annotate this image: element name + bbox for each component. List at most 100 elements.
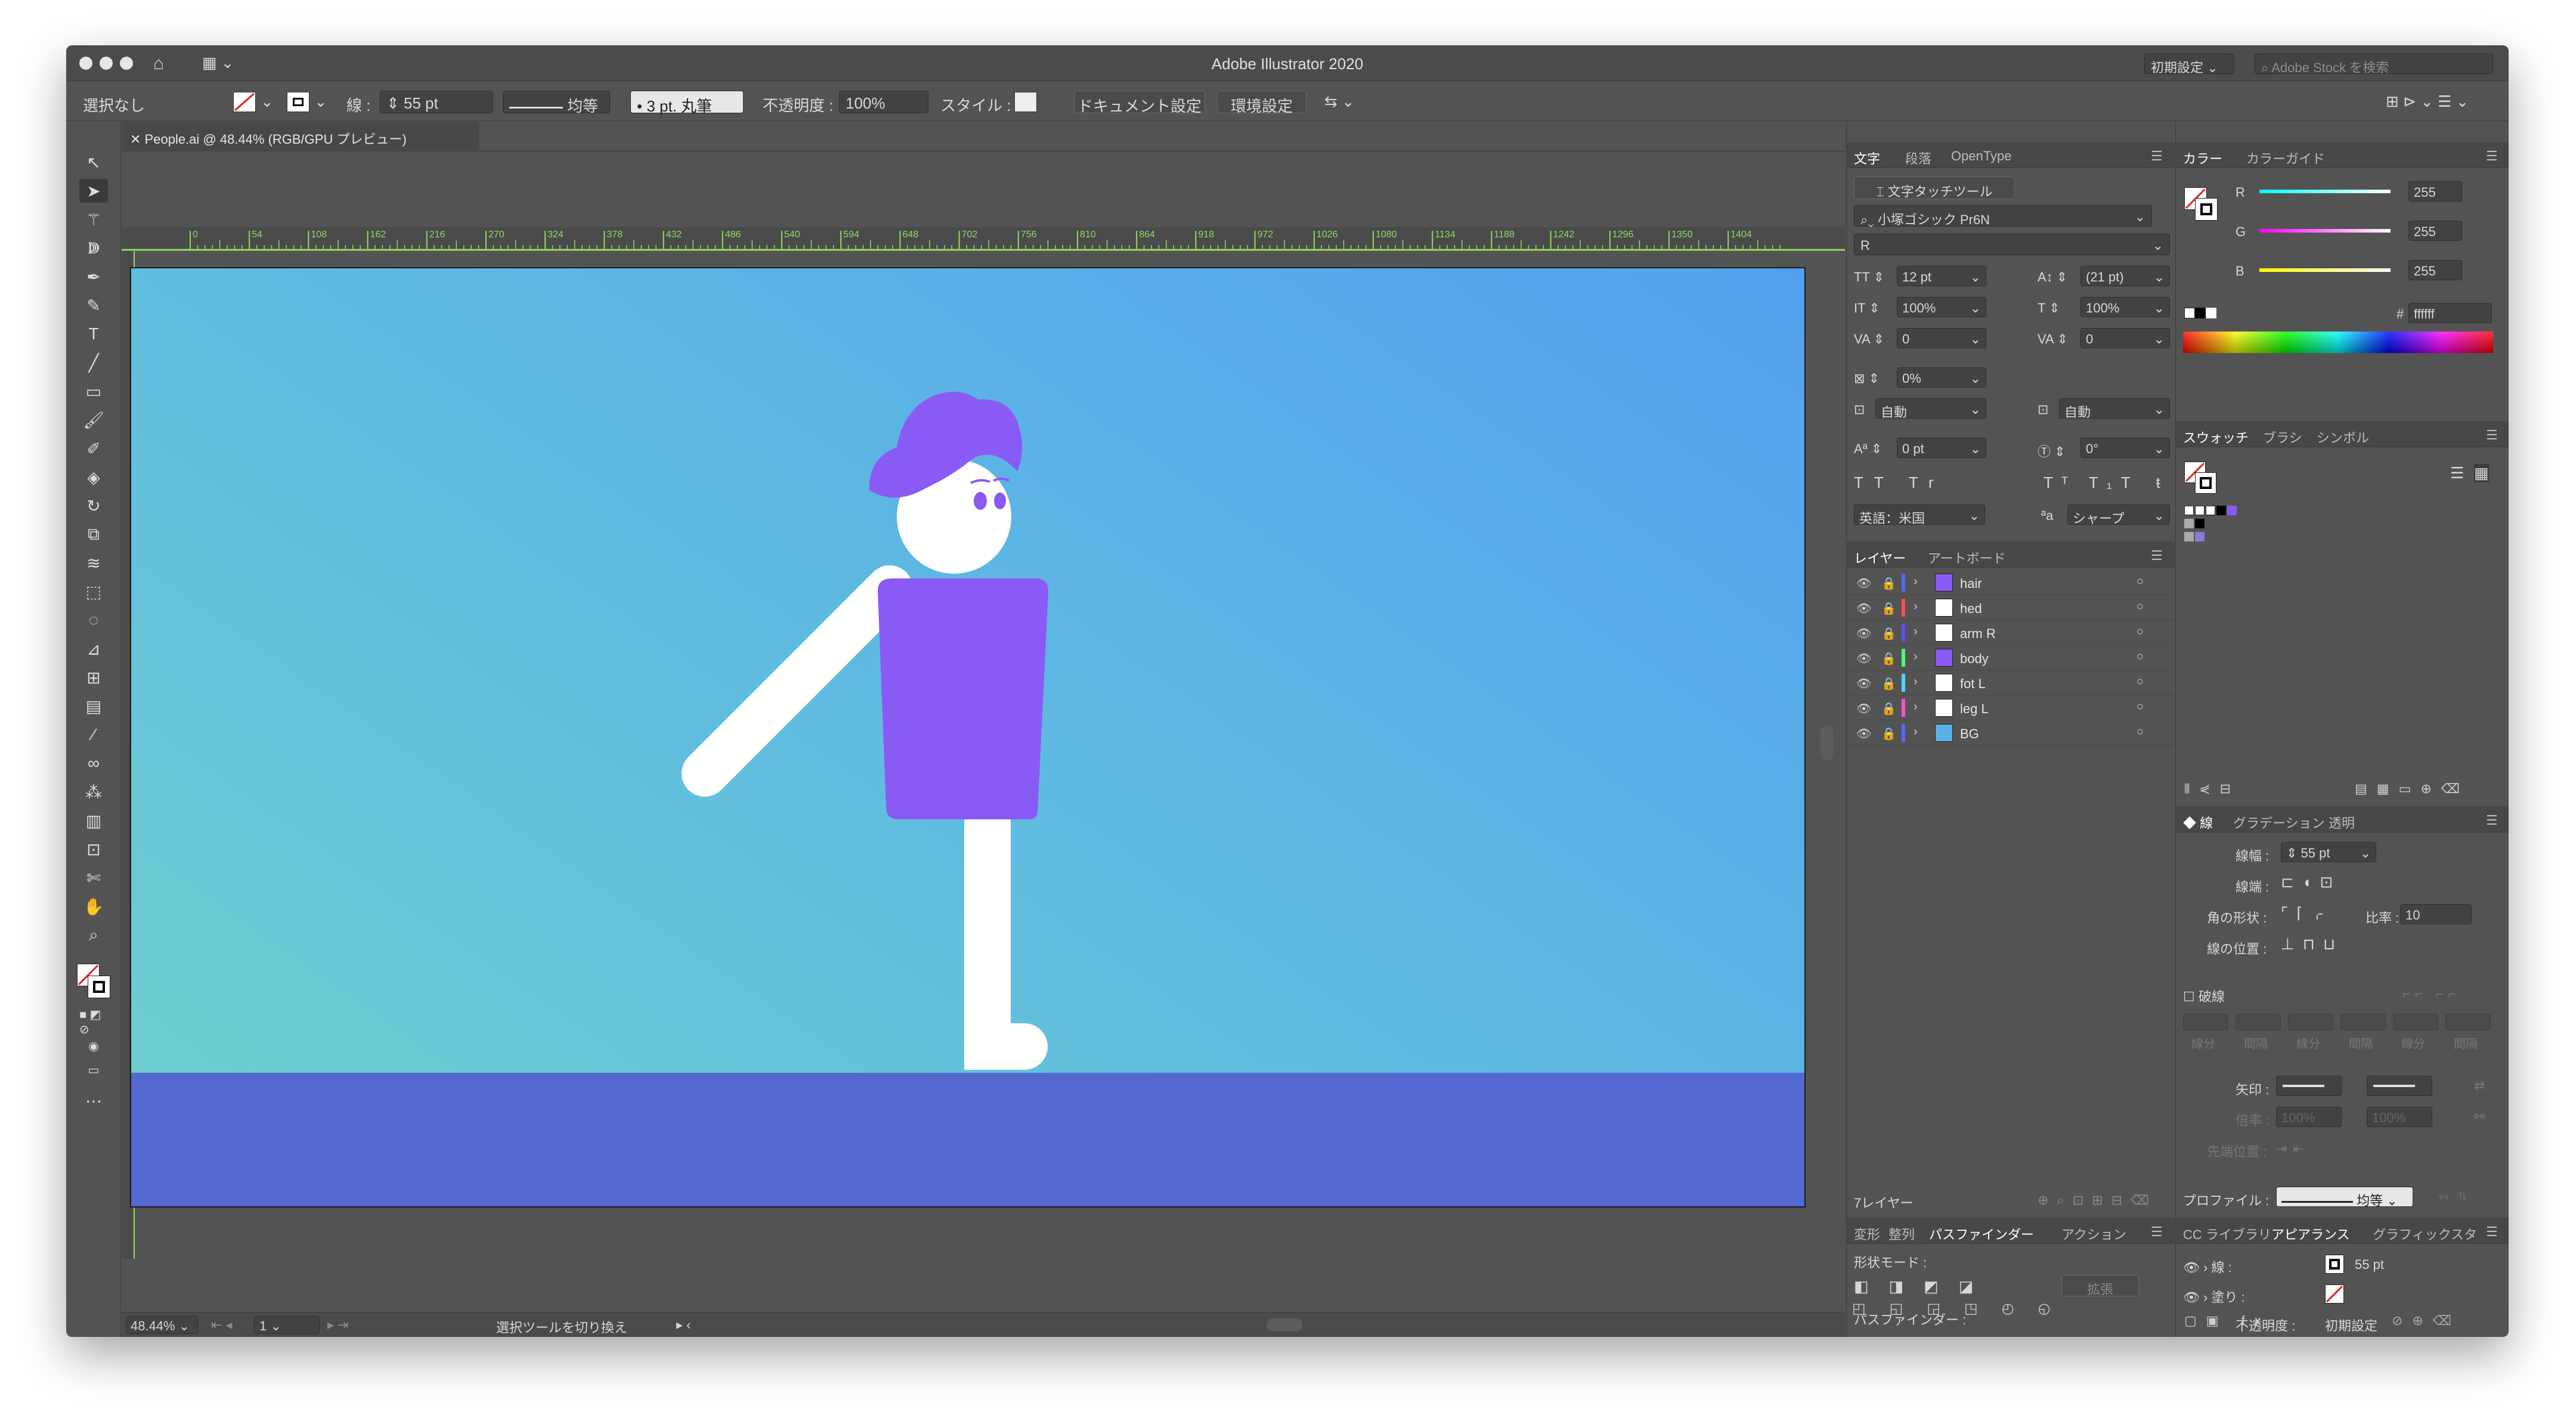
appearance-stroke-value[interactable]: 55 pt (2355, 1257, 2384, 1273)
stock-search-input[interactable]: ⌕ Adobe Stock を検索 (2255, 54, 2493, 75)
panel-menu-icon[interactable]: ☰ (2486, 813, 2498, 828)
layer-actions-icons[interactable]: ⊕⌕⊡⊞⊟⌫ (2038, 1193, 2157, 1208)
lock-icon[interactable]: 🔒 (1881, 576, 1896, 591)
aki-right-dropdown[interactable]: 自動 ⌄ (2059, 398, 2170, 420)
panel-menu-icon[interactable]: ☰ (2151, 1224, 2163, 1240)
layer-row[interactable]: 👁 🔒 › arm R ○ (1847, 620, 2175, 645)
leading-input[interactable]: (21 pt) ⌄ (2080, 266, 2170, 286)
dash-input[interactable] (2393, 1014, 2438, 1030)
tab-transform[interactable]: 変形 (1854, 1224, 1880, 1243)
document-setup-button[interactable]: ドキュメント設定 (1074, 91, 1205, 115)
panel-menu-icon[interactable]: ☰ (2486, 428, 2498, 443)
g-input[interactable]: 255 (2408, 221, 2462, 241)
baseline-shift-input[interactable]: 0 pt ⌄ (1897, 438, 1986, 458)
preferences-button[interactable]: 環境設定 (1217, 91, 1306, 115)
scale-tool-icon[interactable]: ⧉ (79, 522, 108, 546)
tab-graphic-styles[interactable]: グラフィックスタ (2373, 1224, 2477, 1243)
tab-paragraph[interactable]: 段落 (1905, 148, 1931, 168)
eyedropper-icon[interactable]: ⁄ (79, 723, 108, 747)
graphic-style-swatch[interactable] (1014, 92, 1037, 112)
chevron-down-icon[interactable]: ⌄ (261, 92, 274, 111)
swatch-actions-icons[interactable]: ▤▦▭⊕⌫ (2355, 781, 2469, 797)
swatch-library-icons[interactable]: ⫴⋞⊟ (2184, 781, 2240, 797)
more-tools-icon[interactable]: ⋯ (79, 1089, 108, 1113)
opacity-input[interactable]: 100% (839, 91, 928, 113)
vertical-scale-input[interactable]: 100% ⌄ (1897, 297, 1986, 317)
list-view-icon[interactable]: ☰ (2450, 464, 2464, 482)
hand-tool-icon[interactable]: ✋ (79, 894, 108, 918)
font-size-input[interactable]: 12 pt ⌄ (1897, 266, 1986, 286)
tab-stroke[interactable]: ◆ 線 (2183, 813, 2213, 832)
appearance-opacity-value[interactable]: 初期設定 (2325, 1315, 2377, 1335)
graph-tool-icon[interactable]: ▥ (79, 809, 108, 832)
lasso-icon[interactable]: ↇ (79, 236, 108, 260)
horizontal-scrollbar-thumb[interactable] (1267, 1318, 1302, 1332)
tab-color[interactable]: カラー (2183, 148, 2222, 168)
appearance-fill-swatch[interactable] (2325, 1284, 2344, 1304)
align-stroke-buttons[interactable]: ⊥⊓⊔ (2281, 935, 2343, 954)
end-scale-input[interactable]: 100% (2367, 1107, 2432, 1127)
pathfinder-buttons[interactable]: ◰◱◲◳◴◵ (1852, 1300, 2075, 1317)
corner-buttons[interactable]: ⌜⌈⌌ (2281, 904, 2332, 922)
selection-tool-icon[interactable]: ↖ (79, 150, 108, 174)
artboard-tool-icon[interactable]: ⊡ (79, 837, 108, 861)
target-icon[interactable]: ○ (2137, 675, 2144, 689)
artboard[interactable] (130, 267, 1806, 1208)
arrange-documents-icon[interactable]: ⇆ ⌄ (1324, 92, 1355, 111)
workspace-dropdown[interactable]: 初期設定 ⌄ (2144, 54, 2234, 75)
tab-symbols[interactable]: シンボル (2317, 428, 2369, 447)
zoom-level-dropdown[interactable]: 48.44% ⌄ (126, 1316, 198, 1334)
draw-mode-icon[interactable]: ◉ (79, 1034, 108, 1058)
arm-r[interactable] (682, 565, 913, 797)
tab-character[interactable]: 文字 (1854, 148, 1880, 168)
lock-icon[interactable]: 🔒 (1881, 676, 1896, 691)
align-icon[interactable]: ⊞ ⊳ ⌄ ☰ ⌄ (2386, 92, 2469, 111)
visibility-icon[interactable]: 👁 (1856, 651, 1871, 666)
r-slider[interactable] (2259, 190, 2391, 193)
cap-buttons[interactable]: ⊏◖⊡ (2281, 873, 2341, 891)
appearance-actions-icons[interactable]: ▢▣ fx. (2184, 1313, 2284, 1329)
layer-row[interactable]: 👁 🔒 › hed ○ (1847, 595, 2175, 620)
panel-menu-icon[interactable]: ☰ (2151, 548, 2163, 564)
layer-name[interactable]: BG (1960, 726, 1979, 742)
dash-input[interactable] (2288, 1014, 2333, 1030)
color-fill-stroke-swatch[interactable] (2184, 187, 2220, 223)
gradient-tool-icon[interactable]: ▤ (79, 694, 108, 718)
text-style-buttons[interactable]: TT Tr (1854, 473, 1945, 492)
font-style-dropdown[interactable]: R ⌄ (1854, 234, 2170, 255)
variable-width-profile[interactable]: 均等 (503, 91, 610, 115)
mesh-tool-icon[interactable]: ⊞ (79, 665, 108, 689)
layer-row[interactable]: 👁 🔒 › leg L ○ (1847, 695, 2175, 720)
visibility-icon[interactable]: 👁 (1856, 626, 1871, 641)
tab-layers[interactable]: レイヤー (1854, 548, 1906, 567)
target-icon[interactable]: ○ (2137, 625, 2144, 639)
expand-button[interactable]: 拡張 (2061, 1275, 2139, 1297)
status-menu-icon[interactable]: ▸ ‹ (676, 1317, 691, 1333)
lock-icon[interactable]: 🔒 (1881, 701, 1896, 716)
miter-limit-input[interactable]: 10 (2400, 904, 2472, 924)
eraser-icon[interactable]: ◈ (79, 465, 108, 489)
perspective-grid-icon[interactable]: ⊿ (79, 637, 108, 661)
paintbrush-icon[interactable]: 🖌 (79, 408, 108, 432)
shape-mode-buttons[interactable]: ◧◨◩◪ (1854, 1277, 1993, 1296)
tab-actions[interactable]: アクション (2061, 1224, 2126, 1243)
start-scale-input[interactable]: 100% (2276, 1107, 2342, 1127)
layer-name[interactable]: body (1960, 651, 1989, 667)
horizontal-scale-input[interactable]: 100% ⌄ (2080, 297, 2170, 317)
layer-name[interactable]: leg L (1960, 701, 1989, 717)
vertical-scrollbar-thumb[interactable] (1820, 725, 1834, 761)
appearance-fill-row[interactable]: 👁 › 塗り : (2183, 1287, 2245, 1306)
line-tool-icon[interactable]: ╱ (79, 351, 108, 374)
tab-cc-libraries[interactable]: CC ライブラリ (2183, 1224, 2271, 1243)
arrow-align-buttons[interactable]: ⇥⇤ (2276, 1141, 2310, 1157)
swatch-fill-stroke[interactable] (2184, 462, 2218, 495)
visibility-icon[interactable]: 👁 (1856, 576, 1871, 591)
appearance-stroke-row[interactable]: 👁 › 線 : (2183, 1257, 2232, 1276)
chevron-down-icon[interactable]: ⌄ (314, 92, 327, 111)
document-tab[interactable]: ✕ People.ai @ 48.44% (RGB/GPU プレビュー) (122, 122, 479, 151)
antialias-dropdown[interactable]: シャープ ⌄ (2067, 504, 2170, 526)
color-mode-icons[interactable]: ■ ◩ ⊘ (79, 1008, 108, 1036)
tab-color-guide[interactable]: カラーガイド (2246, 148, 2325, 168)
tracking-input[interactable]: 0 ⌄ (2080, 328, 2170, 348)
zoom-tool-icon[interactable]: ⌕ (79, 923, 108, 947)
